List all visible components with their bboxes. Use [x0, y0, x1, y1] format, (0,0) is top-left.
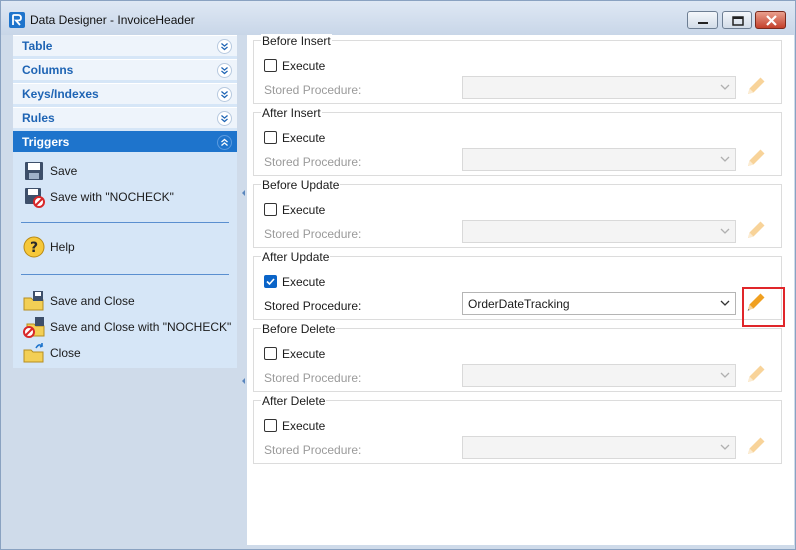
pencil-icon[interactable] [744, 290, 768, 314]
execute-label[interactable]: Execute [282, 203, 325, 217]
group-title: After Update [261, 250, 331, 264]
separator [21, 274, 229, 275]
help-icon: ? [23, 236, 45, 258]
pencil-icon[interactable] [744, 434, 768, 458]
execute-label[interactable]: Execute [282, 275, 325, 289]
trigger-group-after-update: After Update Execute Stored Procedure: O… [253, 250, 785, 327]
section-table[interactable]: Table [13, 35, 237, 56]
chevron-down-icon [720, 444, 730, 450]
execute-label[interactable]: Execute [282, 347, 325, 361]
save-close-icon [23, 291, 44, 311]
pencil-icon[interactable] [744, 362, 768, 386]
stored-procedure-label: Stored Procedure: [264, 299, 362, 313]
stored-procedure-label: Stored Procedure: [264, 443, 362, 457]
restore-icon [732, 16, 744, 26]
execute-checkbox[interactable] [264, 131, 277, 144]
close-label: Close [50, 346, 81, 360]
section-columns[interactable]: Columns [13, 59, 237, 80]
selected-value: OrderDateTracking [468, 297, 570, 311]
close-button[interactable] [755, 11, 786, 29]
trigger-group-after-insert: After Insert Execute Stored Procedure: [253, 106, 782, 176]
window-title: Data Designer - InvoiceHeader [30, 13, 195, 27]
section-keys-indexes[interactable]: Keys/Indexes [13, 83, 237, 104]
chevron-down-icon [720, 156, 730, 162]
group-title: Before Update [261, 178, 341, 192]
save-close-nocheck-label: Save and Close with "NOCHECK" [50, 320, 232, 334]
close-folder-icon [23, 343, 44, 363]
stored-procedure-select[interactable] [462, 436, 736, 459]
pencil-icon[interactable] [744, 218, 768, 242]
section-label: Triggers [22, 135, 70, 149]
stored-procedure-label: Stored Procedure: [264, 227, 362, 241]
chevron-down-icon[interactable] [217, 87, 232, 102]
chevron-up-icon[interactable] [217, 135, 232, 150]
chevron-down-icon[interactable] [217, 63, 232, 78]
stored-procedure-label: Stored Procedure: [264, 155, 362, 169]
execute-label[interactable]: Execute [282, 419, 325, 433]
stored-procedure-label: Stored Procedure: [264, 371, 362, 385]
save-close-nocheck-icon [23, 317, 45, 338]
checkmark-icon [266, 278, 275, 286]
stored-procedure-select[interactable] [462, 76, 736, 99]
execute-label[interactable]: Execute [282, 59, 325, 73]
stored-procedure-select[interactable] [462, 220, 736, 243]
data-designer-window: Data Designer - InvoiceHeader Table Colu… [0, 0, 796, 550]
group-title: After Insert [261, 106, 322, 120]
splitter-collapse-arrow[interactable] [242, 378, 245, 384]
section-label: Keys/Indexes [22, 87, 99, 101]
separator [21, 222, 229, 223]
group-title: Before Insert [261, 34, 332, 48]
stored-procedure-label: Stored Procedure: [264, 83, 362, 97]
app-logo-icon [9, 12, 25, 28]
save-nocheck-label: Save with "NOCHECK" [50, 190, 174, 204]
minimize-button[interactable] [687, 11, 718, 29]
section-label: Table [22, 39, 53, 53]
execute-checkbox[interactable] [264, 347, 277, 360]
chevron-down-icon [720, 300, 730, 306]
pencil-icon[interactable] [744, 146, 768, 170]
trigger-group-before-insert: Before Insert Execute Stored Procedure: [253, 34, 782, 104]
section-triggers[interactable]: Triggers [13, 131, 237, 152]
trigger-group-before-update: Before Update Execute Stored Procedure: [253, 178, 782, 248]
save-close-label: Save and Close [50, 294, 135, 308]
trigger-group-before-delete: Before Delete Execute Stored Procedure: [253, 322, 782, 392]
chevron-down-icon [720, 228, 730, 234]
execute-checkbox[interactable] [264, 59, 277, 72]
trigger-group-after-delete: After Delete Execute Stored Procedure: [253, 394, 782, 464]
title-bar[interactable]: Data Designer - InvoiceHeader [1, 1, 795, 35]
stored-procedure-select[interactable] [462, 148, 736, 171]
minimize-icon [698, 22, 708, 24]
chevron-down-icon[interactable] [217, 111, 232, 126]
chevron-down-icon[interactable] [217, 39, 232, 54]
maximize-button[interactable] [722, 11, 752, 29]
stored-procedure-select[interactable] [462, 364, 736, 387]
execute-label[interactable]: Execute [282, 131, 325, 145]
section-label: Columns [22, 63, 74, 77]
stored-procedure-select[interactable]: OrderDateTracking [462, 292, 736, 315]
group-title: After Delete [261, 394, 327, 408]
chevron-down-icon [720, 372, 730, 378]
floppy-disk-icon [25, 162, 43, 180]
execute-checkbox[interactable] [264, 275, 277, 288]
group-title: Before Delete [261, 322, 337, 336]
floppy-disk-nocheck-icon [25, 188, 45, 208]
save-label: Save [50, 164, 78, 178]
execute-checkbox[interactable] [264, 203, 277, 216]
splitter-collapse-arrow[interactable] [242, 190, 245, 196]
triggers-content: Before Insert Execute Stored Procedure: … [247, 34, 794, 545]
execute-checkbox[interactable] [264, 419, 277, 432]
svg-text:?: ? [30, 240, 38, 256]
close-icon [766, 15, 777, 26]
help-label: Help [50, 240, 75, 254]
chevron-down-icon [720, 84, 730, 90]
section-rules[interactable]: Rules [13, 107, 237, 128]
section-label: Rules [22, 111, 55, 125]
pencil-icon[interactable] [744, 74, 768, 98]
task-panel: Table Columns Keys/Indexes Rules Trigger… [13, 35, 237, 368]
